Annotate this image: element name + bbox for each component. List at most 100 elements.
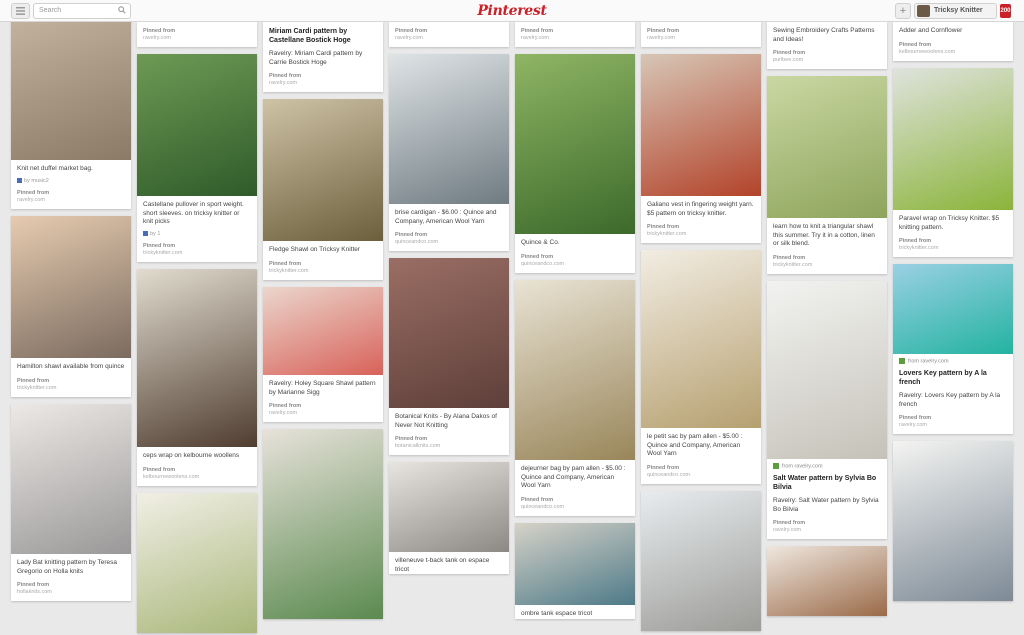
pin-image[interactable]	[893, 441, 1013, 601]
pin-card[interactable]: dejeurner bag by pam allen - $5.00 : Qui…	[515, 280, 635, 516]
pin-card[interactable]: Pinned from ravelry.com	[641, 22, 761, 47]
pin-card[interactable]: ombre tank espace tricot	[515, 523, 635, 619]
pin-domain-link[interactable]: trickyknitter.com	[767, 261, 887, 274]
pin-domain-link[interactable]: ravelry.com	[389, 34, 509, 47]
pin-card[interactable]: Ravelry: Holey Square Shawl pattern by M…	[263, 287, 383, 422]
pin-domain-link[interactable]: quinceandco.com	[389, 238, 509, 251]
pin-domain-link[interactable]: ravelry.com	[641, 34, 761, 47]
pin-card[interactable]: Miriam Cardi pattern by Castellane Bosti…	[263, 22, 383, 92]
pin-card[interactable]	[641, 491, 761, 631]
pin-domain-link[interactable]: quinceandco.com	[641, 471, 761, 484]
pin-card[interactable]	[893, 441, 1013, 601]
pin-source[interactable]: from ravelry.com	[893, 354, 1013, 364]
pin-source[interactable]: from ravelry.com	[767, 459, 887, 469]
pin-card[interactable]: Sewing Embroidery Crafts Patterns and Id…	[767, 22, 887, 69]
pin-image[interactable]	[893, 68, 1013, 210]
pin-card[interactable]: Botanical Knits - By Alana Dakos of Neve…	[389, 258, 509, 455]
pin-domain-link[interactable]: ravelry.com	[515, 34, 635, 47]
pin-card[interactable]: Knit net duffel market bag. by music2 Pinn…	[11, 0, 131, 209]
pin-domain-link[interactable]: ravelry.com	[137, 34, 257, 47]
pinned-from-label: Pinned from	[143, 28, 176, 34]
pin-domain-link[interactable]: quinceandco.com	[515, 260, 635, 273]
pin-image[interactable]	[893, 264, 1013, 354]
search-icon[interactable]	[118, 6, 126, 14]
pin-description: Galiano vest in fingering weight yarn. $…	[647, 201, 754, 217]
pin-domain-link[interactable]: botanicalknits.com	[389, 442, 509, 455]
pin-image[interactable]	[11, 216, 131, 358]
pin-domain-link[interactable]: trickyknitter.com	[263, 267, 383, 280]
notification-badge[interactable]: 200	[1000, 4, 1011, 18]
pin-image[interactable]	[137, 493, 257, 633]
pin-title[interactable]: Salt Water pattern by Sylvia Bo Bilvia	[767, 469, 887, 492]
pin-image[interactable]	[641, 491, 761, 631]
pin-title[interactable]: Lovers Key pattern by A la french	[893, 364, 1013, 387]
pin-card[interactable]	[263, 429, 383, 619]
pin-domain-link[interactable]: trickyknitter.com	[137, 249, 257, 262]
pin-image[interactable]	[389, 462, 509, 552]
pin-image[interactable]	[137, 54, 257, 196]
pin-image[interactable]	[11, 404, 131, 554]
pin-image[interactable]	[389, 54, 509, 204]
pin-card[interactable]	[137, 493, 257, 633]
pin-image[interactable]	[641, 250, 761, 428]
pin-description: ombre tank espace tricot	[521, 610, 593, 617]
pin-domain-link[interactable]: hollaknits.com	[11, 588, 131, 601]
pin-card[interactable]: Pinned from ravelry.com	[137, 22, 257, 47]
pin-image[interactable]	[767, 281, 887, 459]
pin-card[interactable]: Pinned from ravelry.com	[515, 22, 635, 47]
pin-image[interactable]	[767, 546, 887, 616]
pin-card[interactable]: le petit sac by pam allen - $5.00 : Quin…	[641, 250, 761, 484]
pin-card[interactable]: Galiano vest in fingering weight yarn. $…	[641, 54, 761, 243]
search-input[interactable]: Search	[33, 3, 131, 19]
pin-domain-link[interactable]: ravelry.com	[11, 196, 131, 209]
pin-image[interactable]	[263, 429, 383, 619]
pin-card[interactable]: learn how to knit a triangular shawl thi…	[767, 76, 887, 274]
pinterest-logo[interactable]: Pinterest	[470, 3, 554, 19]
pin-image[interactable]	[515, 523, 635, 605]
pin-image[interactable]	[11, 0, 131, 160]
pin-card[interactable]: Adder and Cornflower Pinned from kelbourne…	[893, 22, 1013, 61]
pin-card[interactable]: Fledge Shawl on Tricksy Knitter Pinned fr…	[263, 99, 383, 280]
pin-image[interactable]	[767, 76, 887, 218]
pin-image[interactable]	[263, 287, 383, 375]
pin-card[interactable]	[767, 546, 887, 616]
pinned-from-label: Pinned from	[269, 403, 302, 409]
pin-card[interactable]: Lady Bat knitting pattern by Teresa Greg…	[11, 404, 131, 601]
pin-domain-link[interactable]: ravelry.com	[767, 526, 887, 539]
pin-image[interactable]	[641, 54, 761, 196]
pin-title[interactable]: Miriam Cardi pattern by Castellane Bosti…	[263, 22, 383, 45]
pin-image[interactable]	[263, 99, 383, 241]
pin-card[interactable]: Quince & Co. Pinned from quinceandco.com	[515, 54, 635, 273]
pin-image[interactable]	[137, 269, 257, 447]
pin-card[interactable]: Pinned from ravelry.com	[389, 22, 509, 47]
pinned-from-label: Pinned from	[269, 260, 302, 267]
pin-card[interactable]: Hamilton shawl available from quince Pinn…	[11, 216, 131, 397]
pin-attribution[interactable]: by 1	[137, 227, 257, 237]
pin-card[interactable]: from ravelry.com Salt Water pattern by Sy…	[767, 281, 887, 540]
pin-card[interactable]: villeneuve t-back tank on espace tricot	[389, 462, 509, 574]
pin-card[interactable]: from ravelry.com Lovers Key pattern by A …	[893, 264, 1013, 435]
user-profile-button[interactable]: Tricksy Knitter	[914, 3, 997, 19]
pin-image[interactable]	[389, 258, 509, 408]
pin-domain-link[interactable]: trickyknitter.com	[11, 384, 131, 397]
pin-domain-link[interactable]: ravelry.com	[263, 409, 383, 422]
pin-domain-link[interactable]: ravelry.com	[893, 421, 1013, 434]
pin-card[interactable]: Paravel wrap on Tricksy Knitter. $5 knit…	[893, 68, 1013, 257]
pin-domain-link[interactable]: quinceandco.com	[515, 503, 635, 516]
pin-domain-link[interactable]: trickyknitter.com	[641, 230, 761, 243]
menu-button[interactable]	[11, 3, 30, 19]
pin-image[interactable]	[515, 54, 635, 234]
pin-domain-link[interactable]: ravelry.com	[263, 79, 383, 92]
pin-domain-link[interactable]: trickyknitter.com	[893, 244, 1013, 257]
pinned-from-label: Pinned from	[899, 238, 932, 244]
pin-card[interactable]: ceps wrap on kelbourne woollens Pinned fr…	[137, 269, 257, 486]
pin-domain-link[interactable]: purlbee.com	[767, 56, 887, 69]
pin-card[interactable]: Castellane pullover in sport weight. sho…	[137, 54, 257, 262]
pin-image[interactable]	[515, 280, 635, 460]
add-pin-button[interactable]: +	[895, 3, 911, 19]
pin-domain-link[interactable]: kelbournewoolens.com	[893, 48, 1013, 61]
pin-card[interactable]: brise cardigan - $6.00 : Quince and Comp…	[389, 54, 509, 251]
avatar	[917, 5, 930, 17]
pin-attribution[interactable]: by music2	[11, 174, 131, 184]
pin-domain-link[interactable]: kelbournewoolens.com	[137, 473, 257, 486]
